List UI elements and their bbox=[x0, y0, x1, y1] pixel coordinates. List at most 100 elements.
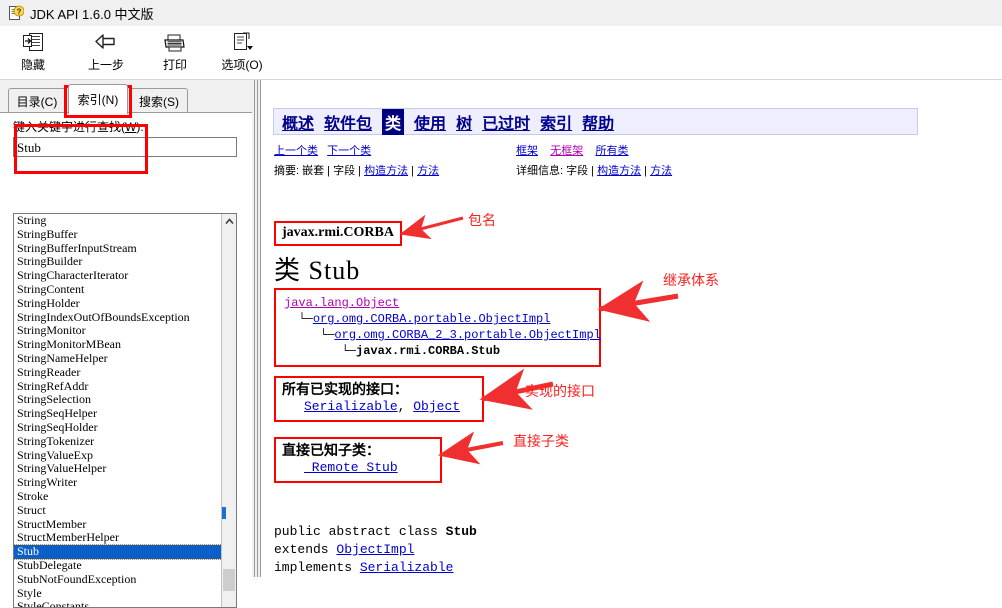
navbar-item-7[interactable]: 帮助 bbox=[582, 110, 614, 134]
list-item[interactable]: Style bbox=[14, 586, 222, 601]
navbar-item-6[interactable]: 索引 bbox=[540, 110, 572, 134]
annotation-interfaces: 实现的接口 bbox=[525, 383, 595, 399]
list-item[interactable]: StringHolder bbox=[14, 296, 222, 311]
list-item[interactable]: StringBufferInputStream bbox=[14, 241, 222, 256]
list-item[interactable]: String bbox=[14, 214, 222, 228]
hierarchy-branch-glyph: └─ bbox=[284, 344, 357, 358]
javadoc-document: 概述 软件包类使用树已过时 索引 帮助 上一个类 下一个类 摘要: 嵌套 | 字段 |… bbox=[271, 80, 1002, 577]
hierarchy-node-1[interactable]: org.omg.CORBA.portable.ObjectImpl bbox=[313, 312, 551, 326]
detail-constructor-link[interactable]: 构造方法 bbox=[597, 165, 641, 177]
list-item[interactable]: StringMonitorMBean bbox=[14, 337, 222, 352]
summary-method-link[interactable]: 方法 bbox=[417, 165, 439, 177]
inheritance-tree: java.lang.Object └─org.omg.CORBA.portabl… bbox=[284, 295, 601, 359]
declaration-interface-link[interactable]: Serializable bbox=[360, 560, 454, 575]
tab-contents[interactable]: 目录(C) bbox=[8, 88, 66, 113]
hierarchy-branch-glyph: └─ bbox=[284, 328, 335, 342]
declaration-superclass-link[interactable]: ObjectImpl bbox=[336, 542, 414, 557]
frame-links: 框架 无框架 所有类 bbox=[516, 142, 672, 157]
list-item[interactable]: StructMemberHelper bbox=[14, 531, 222, 545]
title-bar: ? JDK API 1.6.0 中文版 bbox=[0, 0, 1002, 26]
list-item[interactable]: Struct bbox=[14, 503, 222, 518]
navbar-item-5[interactable]: 已过时 bbox=[482, 110, 530, 134]
hierarchy-node-0[interactable]: java.lang.Object bbox=[284, 296, 399, 310]
navbar-item-2[interactable]: 类 bbox=[382, 108, 405, 135]
list-item[interactable]: StubNotFoundException bbox=[14, 572, 222, 587]
page-title: 类 Stub bbox=[274, 250, 360, 287]
list-item[interactable]: StringValueExp bbox=[14, 448, 222, 463]
tab-search-label: 搜索(S) bbox=[139, 94, 179, 109]
tab-index[interactable]: 索引(N) bbox=[68, 84, 128, 114]
list-item[interactable]: StringNameHelper bbox=[14, 351, 222, 366]
list-item[interactable]: Stub bbox=[14, 544, 222, 560]
hierarchy-node-3: javax.rmi.CORBA.Stub bbox=[356, 344, 501, 358]
summary-constructor-link[interactable]: 构造方法 bbox=[364, 165, 408, 177]
frames-link[interactable]: 框架 bbox=[516, 145, 538, 157]
index-listbox[interactable]: String StringBuffer StringBufferInputStrea… bbox=[13, 213, 237, 608]
list-item[interactable]: StringMonitor bbox=[14, 324, 222, 338]
declaration-line-2: extends ObjectImpl bbox=[274, 541, 477, 559]
tab-search[interactable]: 搜索(S) bbox=[130, 88, 188, 113]
scrollbar-position-tick bbox=[222, 507, 226, 519]
hierarchy-line-0: java.lang.Object bbox=[284, 295, 591, 311]
list-item[interactable]: StubDelegate bbox=[14, 558, 222, 573]
list-item[interactable]: Stroke bbox=[14, 489, 222, 504]
detail-method-link[interactable]: 方法 bbox=[650, 165, 672, 177]
printer-icon bbox=[162, 29, 188, 55]
hierarchy-node-2[interactable]: org.omg.CORBA_2_3.portable.ObjectImpl bbox=[334, 328, 600, 342]
scrollbar-thumb[interactable] bbox=[223, 569, 235, 591]
next-class-link[interactable]: 下一个类 bbox=[327, 145, 371, 157]
list-item[interactable]: StringRefAddr bbox=[14, 379, 222, 394]
direct-subclasses-heading: 直接已知子类： bbox=[282, 442, 380, 458]
hierarchy-line-2: └─org.omg.CORBA_2_3.portable.ObjectImpl bbox=[284, 327, 601, 343]
list-item[interactable]: StringIndexOutOfBoundsException bbox=[14, 310, 222, 325]
options-button[interactable]: 选项(O) bbox=[204, 29, 280, 77]
no-frames-link[interactable]: 无框架 bbox=[550, 145, 583, 157]
list-item[interactable]: StringWriter bbox=[14, 475, 222, 490]
subnav-right: 框架 无框架 所有类 详细信息: 字段 | 构造方法 | 方法 bbox=[516, 142, 672, 178]
summary-nested: 嵌套 bbox=[302, 165, 325, 177]
hierarchy-line-1: └─org.omg.CORBA.portable.ObjectImpl bbox=[284, 311, 591, 327]
list-item[interactable]: StringContent bbox=[14, 282, 222, 297]
prev-class-link[interactable]: 上一个类 bbox=[274, 145, 318, 157]
all-classes-link[interactable]: 所有类 bbox=[595, 145, 628, 157]
declaration-line-1: public abstract class Stub bbox=[274, 523, 477, 541]
toolbar: 隐藏 上一步 打印 选项(O) bbox=[0, 26, 1002, 80]
list-item[interactable]: StringBuilder bbox=[14, 255, 222, 269]
scroll-up-arrow-icon[interactable] bbox=[222, 214, 236, 228]
navbar-item-1[interactable]: 软件包 bbox=[324, 110, 372, 134]
pane-splitter[interactable] bbox=[252, 80, 260, 577]
back-button[interactable]: 上一步 bbox=[66, 29, 146, 77]
list-item[interactable]: StringTokenizer bbox=[14, 434, 222, 449]
package-name-box: javax.rmi.CORBA bbox=[274, 221, 402, 246]
subclass-link-remote-stub[interactable]: _Remote_Stub bbox=[304, 460, 398, 475]
list-item[interactable]: StringSeqHelper bbox=[14, 406, 222, 421]
hierarchy-line-3: └─javax.rmi.CORBA.Stub bbox=[284, 343, 591, 359]
index-list-scrollbar[interactable] bbox=[221, 214, 236, 607]
list-item[interactable]: StructMember bbox=[14, 517, 222, 532]
declaration-implements-keyword: implements bbox=[274, 560, 360, 575]
application-window: ? JDK API 1.6.0 中文版 隐藏 上一步 打印 选项(O) 目录(C… bbox=[0, 0, 1002, 608]
hierarchy-branch-glyph: └─ bbox=[284, 312, 313, 326]
declaration-modifiers: public abstract class bbox=[274, 524, 446, 539]
list-item[interactable]: StringSeqHolder bbox=[14, 420, 222, 435]
list-item[interactable]: StringValueHelper bbox=[14, 462, 222, 476]
navbar-item-4[interactable]: 树 bbox=[456, 110, 472, 134]
summary-field: 字段 bbox=[333, 165, 356, 177]
list-item[interactable]: StringSelection bbox=[14, 393, 222, 407]
help-document-icon: ? bbox=[8, 5, 25, 21]
list-item[interactable]: StringBuffer bbox=[14, 227, 222, 242]
annotation-package-name: 包名 bbox=[468, 212, 496, 228]
inheritance-tree-box: java.lang.Object └─org.omg.CORBA.portabl… bbox=[274, 288, 601, 367]
hide-button[interactable]: 隐藏 bbox=[0, 29, 66, 77]
interface-link-serializable[interactable]: Serializable bbox=[304, 399, 398, 414]
annotation-hierarchy: 继承体系 bbox=[663, 272, 719, 288]
index-list[interactable]: String StringBuffer StringBufferInputStrea… bbox=[14, 214, 222, 607]
list-item[interactable]: StringCharacterIterator bbox=[14, 268, 222, 283]
list-item[interactable]: StringReader bbox=[14, 365, 222, 380]
implemented-interfaces-heading: 所有已实现的接口： bbox=[282, 381, 408, 397]
interface-link-object[interactable]: Object bbox=[413, 399, 460, 414]
list-item[interactable]: StyleConstants bbox=[14, 600, 222, 607]
navbar-item-0[interactable]: 概述 bbox=[282, 110, 314, 134]
print-button[interactable]: 打印 bbox=[146, 29, 204, 77]
navbar-item-3[interactable]: 使用 bbox=[414, 110, 446, 134]
